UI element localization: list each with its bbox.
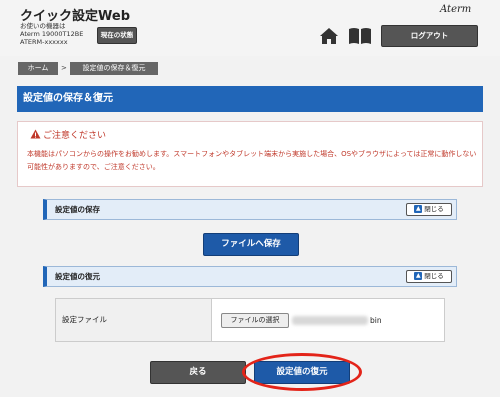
file-label-cell: 設定ファイル [56,299,212,341]
device-label: お使いの機器は [20,22,66,30]
close-label: 閉じる [424,205,444,213]
notice-text: 本機能はパソコンからの操作をお勧めします。スマートフォンやタブレット端末から実施… [27,150,477,171]
page-title: 設定値の保存＆復元 [17,86,483,112]
home-icon[interactable] [319,27,339,45]
save-to-file-button[interactable]: ファイルへ保存 [203,233,299,256]
breadcrumb-current: 設定値の保存＆復元 [70,62,158,75]
current-status-button[interactable]: 現在の状態 [97,27,137,44]
breadcrumb-home[interactable]: ホーム [18,62,58,75]
chevron-up-icon: ▲ [414,272,423,280]
back-button[interactable]: 戻る [150,361,246,384]
close-label: 閉じる [424,272,444,280]
file-extension: bin [370,316,382,325]
header: クイック設定Web お使いの機器は Aterm 19000T12BE ATERM… [0,0,500,56]
logout-button[interactable]: ログアウト [381,25,478,47]
save-section-title: 設定値の保存 [55,205,100,214]
notice-box: ご注意ください 本機能はパソコンからの操作をお勧めします。スマートフォンやタブレ… [17,121,483,187]
save-section-close-button[interactable]: ▲ 閉じる [406,203,452,216]
chevron-up-icon: ▲ [414,205,423,213]
manual-book-icon[interactable] [348,27,372,45]
file-name-redacted [292,316,368,325]
notice-title: ご注意ください [43,131,107,141]
settings-file-row: 設定ファイル ファイルの選択 bin [55,298,445,342]
restore-section-close-button[interactable]: ▲ 閉じる [406,270,452,283]
breadcrumb-separator: > [61,64,67,72]
warning-icon [30,129,41,139]
device-model: Aterm 19000T12BE [20,30,84,38]
device-ssid: ATERM-xxxxxx [20,38,68,46]
restore-settings-button[interactable]: 設定値の復元 [254,361,350,384]
brand-logo: Aterm [440,4,472,15]
file-label: 設定ファイル [62,315,107,324]
file-select-button[interactable]: ファイルの選択 [221,313,289,328]
restore-section-title: 設定値の復元 [55,272,100,281]
restore-section-header: 設定値の復元 ▲ 閉じる [43,266,457,287]
save-section-header: 設定値の保存 ▲ 閉じる [43,199,457,220]
